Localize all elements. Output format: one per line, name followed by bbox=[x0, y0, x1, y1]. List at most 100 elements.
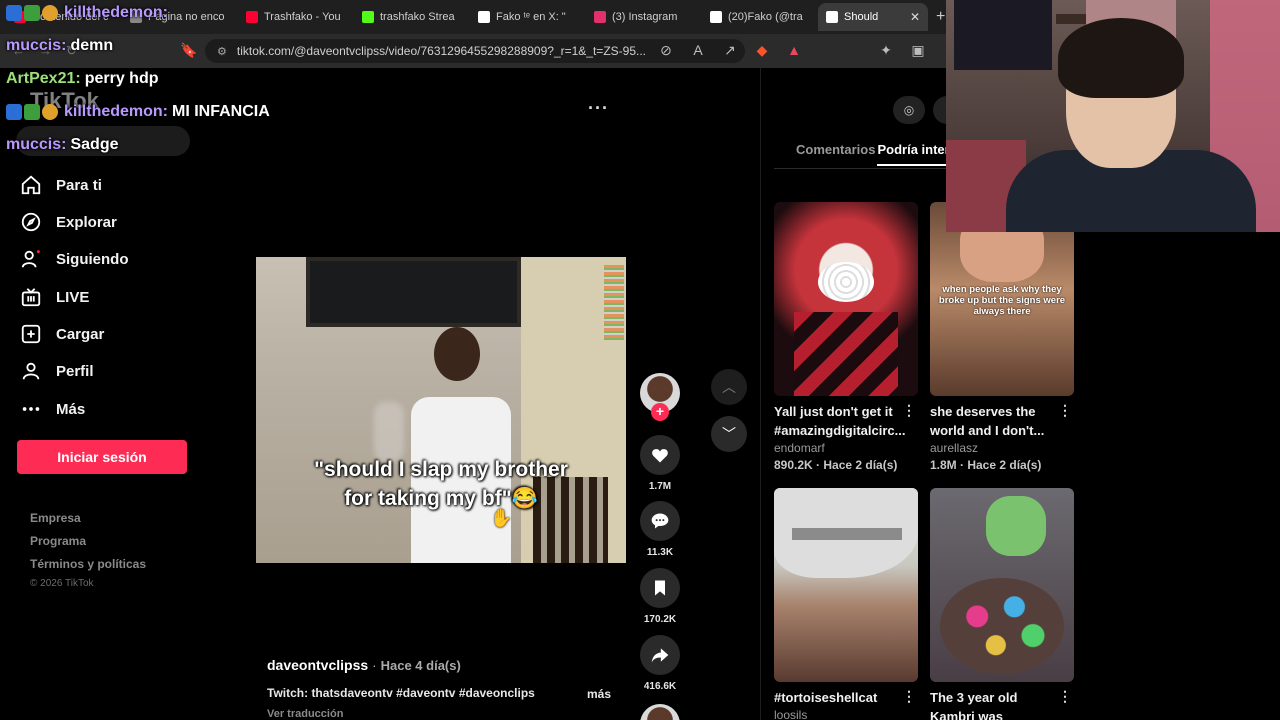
share-circle[interactable] bbox=[640, 635, 680, 675]
sidebar-item-explorar[interactable]: Explorar bbox=[20, 208, 117, 236]
copyright: © 2026 TikTok bbox=[30, 578, 94, 589]
chat-username: muccis: bbox=[6, 135, 67, 153]
browser-toolbar: ⊘ A ↗ ◆ ▲ ✦ ▣ bbox=[656, 42, 928, 59]
badge-icon bbox=[6, 103, 22, 120]
new-tab-button[interactable]: + bbox=[936, 8, 945, 26]
close-tab-icon[interactable]: ✕ bbox=[910, 10, 920, 24]
tab-label: Should bbox=[844, 11, 879, 23]
footer-link-empresa[interactable]: Empresa bbox=[30, 511, 81, 525]
author-name[interactable]: daveontvclipss bbox=[267, 657, 368, 673]
tab-label: trashfako Strea bbox=[380, 11, 455, 23]
browser-tab[interactable]: (20)Fako (@tra bbox=[702, 3, 818, 31]
previous-video-button[interactable]: ︿ bbox=[711, 369, 747, 405]
video-author-line: daveontvclipss · Hace 4 día(s) bbox=[267, 657, 461, 673]
chat-message: killthedemon: bbox=[6, 0, 306, 29]
tab-label: (3) Instagram bbox=[612, 11, 678, 23]
sidebar-item-label: Perfil bbox=[56, 362, 94, 380]
sidebar-item-siguiendo[interactable]: Siguiendo bbox=[20, 245, 129, 273]
browser-tab[interactable]: trashfako Strea bbox=[354, 3, 470, 31]
next-author-avatar[interactable] bbox=[640, 704, 680, 720]
tab-comments[interactable]: Comentarios bbox=[796, 142, 875, 166]
next-video-button[interactable]: ﹀ bbox=[711, 416, 747, 452]
brave-shield-icon[interactable]: ◆ bbox=[752, 42, 772, 59]
tab-favicon-icon bbox=[362, 11, 374, 23]
sidebar-item-live[interactable]: LIVE bbox=[20, 283, 89, 311]
card-title: #tortoiseshellcat bbox=[774, 690, 878, 705]
share-count: 416.6K bbox=[643, 681, 677, 692]
suggested-video-card[interactable]: Yall just don't get it #amazingdigitalci… bbox=[774, 202, 918, 472]
sidebar-toggle-icon[interactable]: ▣ bbox=[908, 42, 928, 59]
bookmark-save-icon bbox=[655, 580, 665, 596]
translate-link[interactable]: Ver traducción bbox=[267, 708, 343, 720]
card-title: The 3 year old Kambri was horrible... bbox=[930, 690, 1018, 720]
webcam-poster bbox=[954, 0, 1052, 70]
chat-badges bbox=[6, 103, 58, 120]
card-menu-icon[interactable]: ⋮ bbox=[1058, 688, 1072, 705]
card-author[interactable]: aurellasz bbox=[930, 441, 1074, 455]
chat-text: perry hdp bbox=[84, 69, 159, 87]
profile-icon bbox=[22, 362, 40, 380]
sidebar-item-label: Cargar bbox=[56, 325, 105, 343]
sidebar: TikTok Para ti Explorar Siguiendo LIVE C… bbox=[0, 68, 200, 720]
mute-icon[interactable]: ⊘ bbox=[656, 42, 676, 59]
sidebar-item-mas[interactable]: Más bbox=[20, 395, 85, 423]
tab-favicon-icon bbox=[478, 11, 490, 23]
webcam-streamer-hair bbox=[1058, 18, 1184, 98]
card-stats: 890.2K · Hace 2 día(s) bbox=[774, 458, 898, 472]
chat-text: MI INFANCIA bbox=[172, 102, 270, 120]
sidebar-item-cargar[interactable]: Cargar bbox=[20, 320, 104, 348]
login-button[interactable]: Iniciar sesión bbox=[17, 440, 187, 474]
video-thumbnail[interactable] bbox=[774, 202, 918, 396]
share-button[interactable]: 416.6K bbox=[640, 635, 680, 692]
video-time: Hace 4 día(s) bbox=[380, 658, 461, 673]
comment-button[interactable]: 11.3K bbox=[640, 501, 680, 558]
chevron-up-icon: ︿ bbox=[722, 379, 736, 395]
right-panel-tabs: Comentarios Podría intere bbox=[796, 142, 957, 166]
footer-link-terminos[interactable]: Términos y políticas bbox=[30, 557, 146, 571]
save-count: 170.2K bbox=[643, 614, 677, 625]
heart-icon bbox=[652, 449, 668, 463]
follow-plus-icon[interactable]: + bbox=[651, 403, 669, 421]
mouse-cursor-icon: ✋ bbox=[490, 508, 513, 528]
thumbnail-costume bbox=[794, 312, 898, 396]
suggested-video-card[interactable]: when people ask why they broke up but th… bbox=[930, 202, 1074, 472]
autoscroll-icon[interactable]: ◎ bbox=[893, 96, 925, 124]
video-thumbnail[interactable] bbox=[774, 488, 918, 682]
home-icon bbox=[21, 175, 41, 195]
save-circle[interactable] bbox=[640, 568, 680, 608]
like-button[interactable]: 1.7M bbox=[640, 435, 680, 492]
sidebar-item-perfil[interactable]: Perfil bbox=[20, 357, 94, 385]
upload-icon bbox=[21, 324, 41, 344]
share-icon[interactable]: ↗ bbox=[720, 42, 740, 59]
translate-icon[interactable]: A bbox=[688, 42, 708, 59]
chat-message: killthedemon: MI INFANCIA bbox=[6, 95, 306, 128]
card-menu-icon[interactable]: ⋮ bbox=[1058, 402, 1072, 419]
badge-icon bbox=[24, 103, 40, 120]
card-author[interactable]: loosils bbox=[774, 708, 918, 720]
suggested-video-card[interactable]: #tortoiseshellcat ⋮ loosils bbox=[774, 488, 918, 720]
card-author[interactable]: endomarf bbox=[774, 441, 918, 455]
card-menu-icon[interactable]: ⋮ bbox=[902, 402, 916, 419]
more-options-icon[interactable]: ··· bbox=[588, 98, 609, 119]
extensions-icon[interactable]: ✦ bbox=[876, 42, 896, 59]
card-menu-icon[interactable]: ⋮ bbox=[902, 688, 916, 705]
video-thumbnail[interactable] bbox=[930, 488, 1074, 682]
browser-tab[interactable]: (3) Instagram bbox=[586, 3, 702, 31]
comment-circle[interactable] bbox=[640, 501, 680, 541]
sidebar-item-para-ti[interactable]: Para ti bbox=[20, 171, 102, 199]
rewards-icon[interactable]: ▲ bbox=[784, 42, 804, 59]
footer-link-programa[interactable]: Programa bbox=[30, 534, 86, 548]
following-icon bbox=[21, 250, 40, 268]
video-player[interactable]: "should I slap my brother for taking my … bbox=[256, 257, 626, 563]
save-button[interactable]: 170.2K bbox=[640, 568, 680, 625]
browser-tab[interactable]: Fako ᵗᵉ en X: " bbox=[470, 3, 586, 31]
comment-icon bbox=[651, 513, 669, 529]
chat-message: muccis: demn bbox=[6, 29, 306, 62]
suggested-video-card[interactable]: The 3 year old Kambri was horrible... ⋮ bbox=[930, 488, 1074, 720]
more-description-link[interactable]: más bbox=[587, 687, 611, 701]
badge-icon bbox=[42, 4, 58, 21]
separator-dot: · bbox=[372, 657, 377, 673]
browser-tab-active[interactable]: Should ✕ bbox=[818, 3, 928, 31]
like-circle[interactable] bbox=[640, 435, 680, 475]
video-frame-arm bbox=[374, 402, 404, 462]
